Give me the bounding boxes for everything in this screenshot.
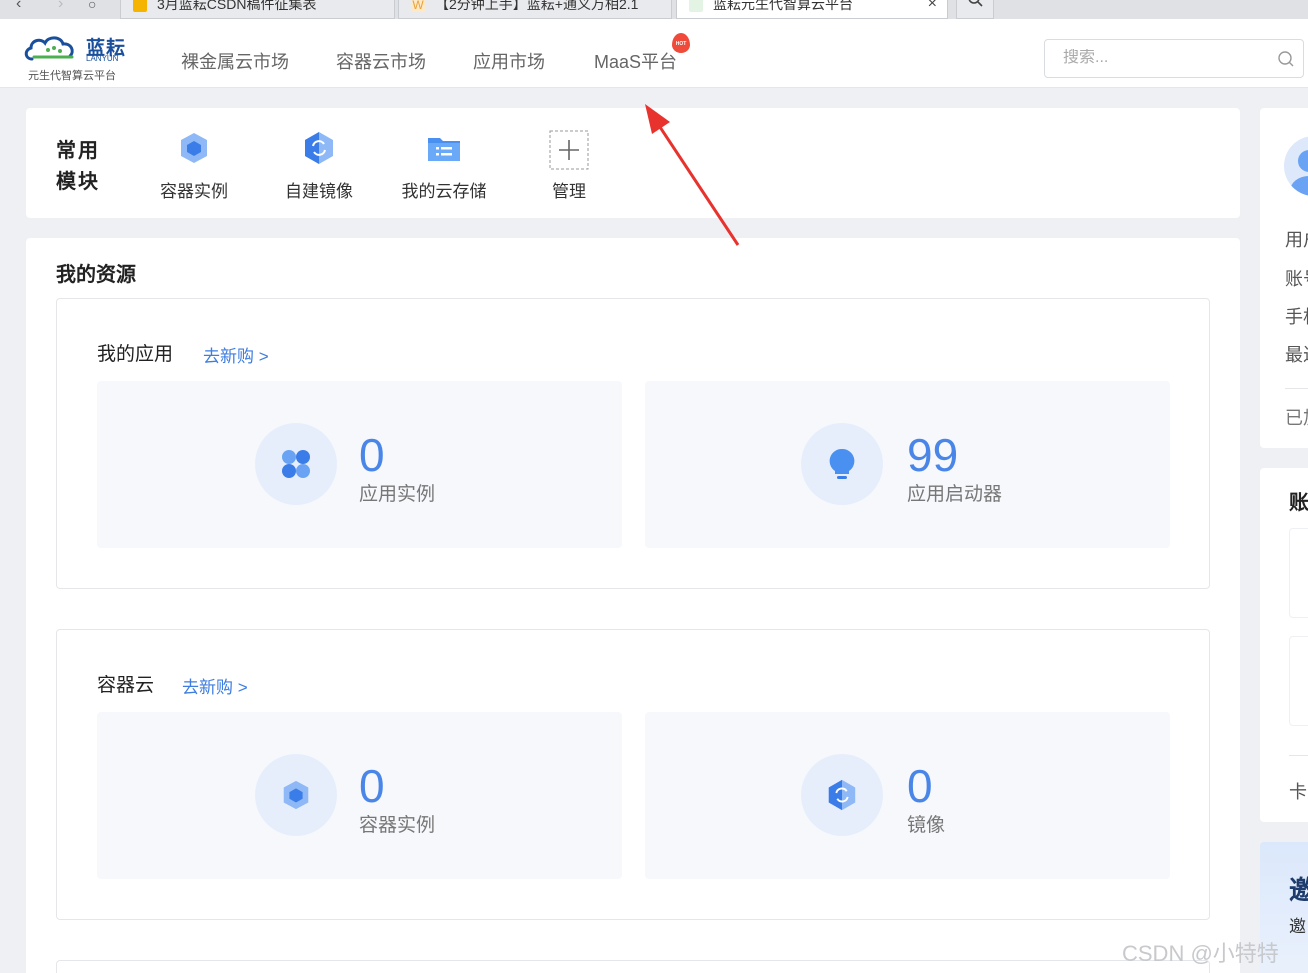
back-icon[interactable]: ‹ (16, 0, 21, 13)
logo-subtitle: 元生代智算云平台 (28, 70, 116, 82)
user-info-line: 手机 (1285, 307, 1308, 327)
divider (1289, 755, 1308, 756)
cloud-logo-icon (24, 36, 74, 61)
cube-icon (181, 133, 207, 163)
buy-new-link[interactable]: 去新购 > (182, 673, 248, 698)
stat-icon-circle (255, 423, 337, 505)
module-label: 管理 (552, 182, 586, 201)
account-box[interactable] (1289, 636, 1308, 726)
site-header: 蓝耘 LANYUN 元生代智算云平台 裸金属云市场 容器云市场 应用市场 Maa… (0, 19, 1308, 88)
logo-en: LANYUN (86, 54, 119, 63)
module-container-instance[interactable]: 容器实例 (144, 130, 244, 202)
stat-value: 0 (359, 429, 385, 481)
stat-value: 99 (907, 429, 959, 481)
section-container-cloud: 容器云 去新购 > 0 容器实例 0 镜像 (56, 629, 1210, 920)
invite-text: 邀 (1289, 917, 1306, 936)
divider (1285, 388, 1308, 389)
user-info-line: 最近 (1285, 345, 1308, 365)
invite-title: 邀 (1289, 875, 1308, 905)
account-title: 账 (1289, 492, 1308, 514)
browser-tab-strip: ‹ › ○ 3月蓝耘CSDN稿件征集表 W 【2分钟上手】蓝耘+通义万相2.1 蓝… (0, 0, 1308, 19)
common-modules-card: 常用模块 容器实例 自建镜像 我的云存储 管理 (26, 108, 1240, 218)
browser-tab-2[interactable]: W 【2分钟上手】蓝耘+通义万相2.1 (398, 0, 672, 19)
section-more (56, 960, 1210, 973)
stat-value: 0 (359, 760, 385, 812)
account-card: 账 卡 (1260, 468, 1308, 822)
stat-container-instances[interactable]: 0 容器实例 (97, 712, 622, 879)
stat-app-instances[interactable]: 0 应用实例 (97, 381, 622, 548)
tab-search-button[interactable] (956, 0, 994, 19)
search-input[interactable] (1063, 49, 1263, 67)
user-info-line: 账号 (1285, 269, 1308, 289)
nav-maas[interactable]: MaaS平台 (594, 48, 677, 74)
stat-app-launchers[interactable]: 99 应用启动器 (645, 381, 1170, 548)
card-line[interactable]: 卡 (1289, 778, 1307, 804)
avatar[interactable] (1284, 136, 1308, 196)
w-favicon-icon: W (411, 0, 425, 13)
folder-icon (428, 138, 460, 161)
browser-tab-1[interactable]: 3月蓝耘CSDN稿件征集表 (120, 0, 395, 19)
module-custom-image[interactable]: 自建镜像 (269, 130, 369, 202)
stat-label: 容器实例 (359, 815, 436, 836)
bulb-icon (829, 448, 855, 479)
browser-tab-3[interactable]: 蓝耘元生代智算云平台 × (676, 0, 948, 19)
nav-app-market[interactable]: 应用市场 (473, 48, 545, 74)
nav-container-cloud[interactable]: 容器云市场 (336, 48, 426, 74)
nav-bare-metal[interactable]: 裸金属云市场 (181, 48, 289, 74)
module-label: 我的云存储 (401, 182, 487, 201)
plus-icon (549, 130, 589, 170)
account-box[interactable] (1289, 528, 1308, 618)
section-my-apps: 我的应用 去新购 > 0 应用实例 99 应用启动器 (56, 298, 1210, 589)
module-label: 自建镜像 (285, 182, 353, 201)
logo[interactable]: 蓝耘 LANYUN 元生代智算云平台 (24, 33, 134, 83)
stat-label: 应用启动器 (907, 484, 1003, 505)
user-info-line: 用户 (1285, 230, 1308, 250)
search-icon[interactable] (1277, 50, 1295, 68)
reload-icon[interactable]: ○ (88, 0, 96, 12)
modules-title: 常用模块 (56, 140, 100, 193)
module-label: 容器实例 (160, 182, 228, 201)
stat-label: 应用实例 (359, 484, 436, 505)
stat-label: 镜像 (907, 815, 946, 836)
watermark: CSDN @小特特 (1122, 941, 1279, 966)
section-title: 我的应用 (97, 344, 174, 365)
grid-icon (282, 450, 310, 478)
user-status-line: 已加 (1285, 408, 1308, 428)
lanyun-favicon-icon (689, 0, 703, 13)
stat-icon-circle (801, 754, 883, 836)
tab-search-icon (968, 0, 983, 7)
stat-value: 0 (907, 760, 933, 812)
section-title: 容器云 (97, 675, 155, 696)
mirror-icon (305, 132, 333, 164)
forward-icon[interactable]: › (58, 0, 63, 13)
module-manage[interactable]: 管理 (519, 130, 619, 202)
resources-title: 我的资源 (56, 264, 136, 286)
sheet-favicon-icon (133, 0, 147, 13)
stat-icon-circle (255, 754, 337, 836)
close-tab-icon[interactable]: × (928, 0, 937, 14)
stat-images[interactable]: 0 镜像 (645, 712, 1170, 879)
cube-icon (283, 780, 309, 810)
my-resources-card: 我的资源 我的应用 去新购 > 0 应用实例 99 应用启动器 容器云 去新购 … (26, 238, 1240, 973)
module-cloud-storage[interactable]: 我的云存储 (394, 130, 494, 202)
stat-icon-circle (801, 423, 883, 505)
hot-badge: HOT (672, 33, 690, 53)
search-box[interactable] (1044, 39, 1304, 78)
buy-new-link[interactable]: 去新购 > (203, 342, 269, 367)
user-info-card: 用户 账号 手机 最近 已加 (1260, 108, 1308, 448)
mirror-icon (828, 779, 856, 811)
